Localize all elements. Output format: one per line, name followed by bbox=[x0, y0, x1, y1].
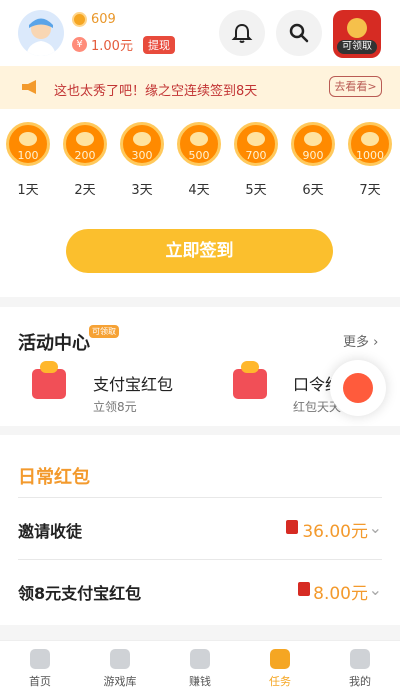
claimable-badge: 可领取 bbox=[89, 325, 119, 338]
coin-count: 609 bbox=[91, 12, 116, 27]
checkin-day-4[interactable]: 500 4天 bbox=[177, 122, 221, 198]
gift-icon bbox=[26, 357, 78, 409]
gamepad-icon bbox=[343, 373, 373, 403]
sign-in-button[interactable]: 立即签到 bbox=[66, 229, 333, 273]
tab-label: 首页 bbox=[29, 675, 51, 688]
game-float-button[interactable] bbox=[330, 360, 386, 416]
redpacket-icon bbox=[298, 582, 310, 596]
checkin-day-7[interactable]: 1000 7天 bbox=[348, 122, 392, 198]
day-label: 1天 bbox=[17, 183, 39, 198]
megaphone-icon bbox=[22, 80, 36, 94]
day-label: 7天 bbox=[359, 183, 381, 198]
money-value: 1.00元 bbox=[91, 39, 133, 54]
chevron-down-icon: ⌄ bbox=[368, 518, 382, 537]
user-avatar[interactable] bbox=[18, 10, 64, 56]
day-label: 5天 bbox=[245, 183, 267, 198]
day-label: 6天 bbox=[302, 183, 324, 198]
reward-row[interactable]: 领8元支付宝红包 8.00元 ⌄ bbox=[18, 559, 382, 621]
search-icon bbox=[289, 23, 309, 43]
coin-icon: 200 bbox=[63, 122, 107, 166]
tab-home[interactable]: 首页 bbox=[0, 641, 80, 700]
search-button[interactable] bbox=[276, 10, 322, 56]
tab-earn[interactable]: 赚钱 bbox=[160, 641, 240, 700]
coin-icon: 100 bbox=[6, 122, 50, 166]
chevron-right-icon: › bbox=[369, 335, 379, 350]
notification-button[interactable] bbox=[219, 10, 265, 56]
checkin-day-2[interactable]: 200 2天 bbox=[63, 122, 107, 198]
bottom-tab-bar: 首页 游戏库 赚钱 任务 我的 bbox=[0, 640, 400, 700]
gift-icon bbox=[227, 357, 279, 409]
reward-value: 36.00元 bbox=[302, 522, 368, 542]
home-icon bbox=[30, 649, 50, 669]
redpacket-icon bbox=[286, 520, 298, 534]
checkin-day-5[interactable]: 700 5天 bbox=[234, 122, 278, 198]
top-bar: 609 ¥ 1.00元 提现 可领取 bbox=[0, 0, 400, 66]
tab-label: 游戏库 bbox=[103, 675, 137, 688]
activity-title[interactable]: 支付宝红包 bbox=[93, 371, 173, 395]
more-link[interactable]: 更多 › bbox=[343, 331, 378, 350]
chevron-down-icon: ⌄ bbox=[368, 580, 382, 599]
user-icon bbox=[350, 649, 370, 669]
banner-text: 这也太秀了吧！缘之空连续签到8天 bbox=[54, 84, 258, 99]
day-label: 2天 bbox=[74, 183, 96, 198]
coin-icon: 500 bbox=[177, 122, 221, 166]
tab-label: 我的 bbox=[349, 675, 371, 688]
bell-icon bbox=[231, 23, 253, 43]
reward-value: 8.00元 bbox=[313, 584, 368, 604]
redpacket-label: 可领取 bbox=[337, 40, 377, 54]
withdraw-button[interactable]: 提现 bbox=[142, 35, 175, 54]
day-label: 3天 bbox=[131, 183, 153, 198]
section-title: 活动中心 bbox=[18, 333, 90, 354]
tab-tasks[interactable]: 任务 bbox=[240, 641, 320, 700]
reward-row[interactable]: 邀请收徒 36.00元 ⌄ bbox=[18, 497, 382, 559]
coin-icon: 300 bbox=[120, 122, 164, 166]
reward-title: 领8元支付宝红包 bbox=[18, 584, 142, 603]
tab-game-library[interactable]: 游戏库 bbox=[80, 641, 160, 700]
tab-label: 赚钱 bbox=[189, 675, 211, 688]
task-icon bbox=[270, 649, 290, 669]
card-icon bbox=[190, 649, 210, 669]
reward-title: 邀请收徒 bbox=[18, 522, 83, 541]
checkin-day-6[interactable]: 900 6天 bbox=[291, 122, 335, 198]
coin-icon: 700 bbox=[234, 122, 278, 166]
checkin-panel: 100 1天 200 2天 300 3天 500 4天 700 5天 900 6… bbox=[0, 109, 400, 297]
coin-icon: 900 bbox=[291, 122, 335, 166]
section-title: 日常红包 bbox=[18, 467, 90, 488]
tab-profile[interactable]: 我的 bbox=[320, 641, 400, 700]
activity-subtitle: 立领8元 bbox=[93, 400, 137, 414]
day-label: 4天 bbox=[188, 183, 210, 198]
coin-balance[interactable]: 609 bbox=[72, 12, 116, 27]
checkin-day-3[interactable]: 300 3天 bbox=[120, 122, 164, 198]
yen-icon: ¥ bbox=[72, 37, 87, 52]
coin-icon bbox=[72, 12, 87, 27]
checkin-day-1[interactable]: 100 1天 bbox=[6, 122, 50, 198]
banner-view-button[interactable]: 去看看> bbox=[329, 76, 382, 97]
tab-label: 任务 bbox=[269, 675, 291, 688]
cash-balance[interactable]: ¥ 1.00元 提现 bbox=[72, 35, 175, 54]
pacman-icon bbox=[110, 649, 130, 669]
daily-redpacket-section: 日常红包 邀请收徒 36.00元 ⌄ 领8元支付宝红包 8.00元 ⌄ bbox=[0, 435, 400, 625]
coin-icon: 1000 bbox=[348, 122, 392, 166]
